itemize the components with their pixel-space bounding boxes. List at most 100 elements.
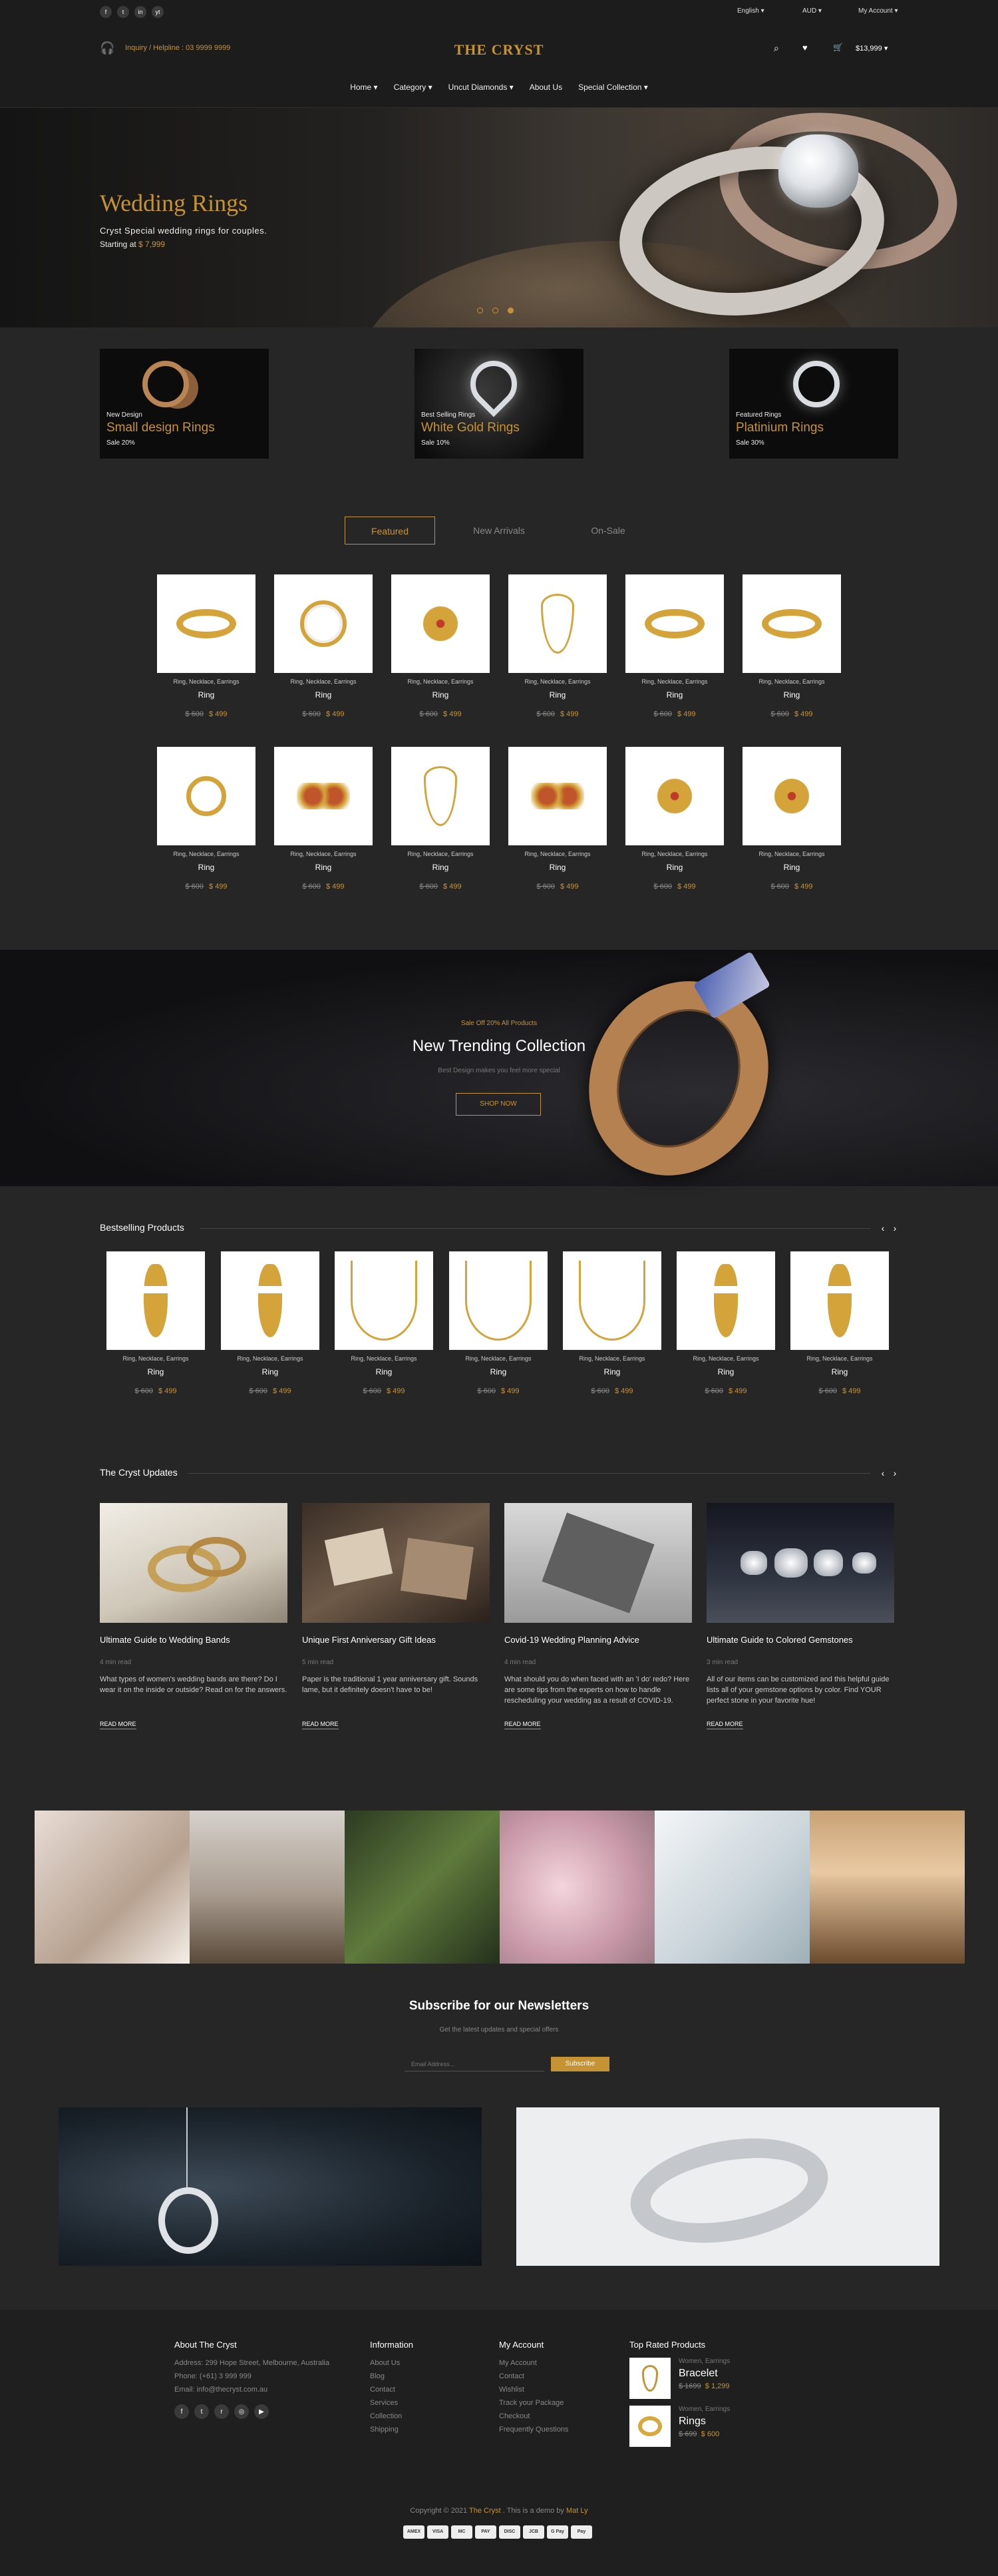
author-link[interactable]: Mat Ly xyxy=(566,2507,588,2515)
product-name[interactable]: Ring xyxy=(449,1367,548,1377)
slider-dot-active[interactable] xyxy=(508,308,514,314)
footer-link[interactable]: My Account xyxy=(499,2356,569,2370)
blog-post[interactable]: Covid-19 Wedding Planning Advice 4 min r… xyxy=(504,1503,692,1729)
next-arrow-icon[interactable]: › xyxy=(889,1467,901,1479)
product-name[interactable]: Ring xyxy=(274,690,373,700)
youtube-icon[interactable]: yt xyxy=(152,6,164,18)
hero-slider[interactable]: Wedding Rings Cryst Special wedding ring… xyxy=(0,108,998,327)
product-name[interactable]: Ring xyxy=(157,690,255,700)
product-name[interactable]: Ring xyxy=(677,1367,775,1377)
footer-link[interactable]: Shipping xyxy=(370,2423,413,2436)
prev-arrow-icon[interactable]: ‹ xyxy=(877,1467,889,1479)
product-card[interactable]: Ring, Necklace, Earrings Ring $ 600 $ 499 xyxy=(677,1251,775,1395)
product-image[interactable] xyxy=(625,574,724,673)
product-image[interactable] xyxy=(563,1251,661,1350)
product-name[interactable]: Ring xyxy=(790,1367,889,1377)
footer-link[interactable]: Contact xyxy=(499,2370,569,2383)
product-image[interactable] xyxy=(106,1251,205,1350)
product-image[interactable] xyxy=(391,747,490,845)
product-card[interactable]: Ring, Necklace, Earrings Ring $ 600 $ 499 xyxy=(625,747,724,891)
account-select[interactable]: My Account ▾ xyxy=(858,7,898,15)
post-title[interactable]: Ultimate Guide to Colored Gemstones xyxy=(707,1635,894,1657)
promo-small-design[interactable]: New Design Small design Rings Sale 20% xyxy=(100,349,269,459)
read-more-link[interactable]: READ MORE xyxy=(707,1721,743,1729)
top-rated-item[interactable]: Women, Earrings Rings $ 699 $ 600 xyxy=(629,2406,829,2447)
read-more-link[interactable]: READ MORE xyxy=(100,1721,136,1729)
product-card[interactable]: Ring, Necklace, Earrings Ring $ 600 $ 499 xyxy=(743,574,841,718)
product-name[interactable]: Ring xyxy=(335,1367,433,1377)
next-arrow-icon[interactable]: › xyxy=(889,1222,901,1234)
footer-link[interactable]: Checkout xyxy=(499,2410,569,2423)
shop-now-button[interactable]: SHOP NOW xyxy=(456,1093,541,1116)
product-image[interactable] xyxy=(391,574,490,673)
footer-link[interactable]: Track your Package xyxy=(499,2396,569,2410)
promo-platinium[interactable]: Featured Rings Platinium Rings Sale 30% xyxy=(729,349,898,459)
product-name[interactable]: Rings xyxy=(679,2416,730,2428)
product-image[interactable] xyxy=(157,747,255,845)
email[interactable]: Email: info@thecryst.com.au xyxy=(174,2383,329,2396)
facebook-icon[interactable]: f xyxy=(100,6,112,18)
post-title[interactable]: Unique First Anniversary Gift Ideas xyxy=(302,1635,490,1657)
feature-image-ring[interactable] xyxy=(516,2107,939,2266)
product-image[interactable] xyxy=(790,1251,889,1350)
cart-total[interactable]: $13,999 ▾ xyxy=(856,44,888,53)
brand-link[interactable]: The Cryst xyxy=(469,2507,501,2515)
slider-dot[interactable] xyxy=(492,308,498,314)
product-image[interactable] xyxy=(335,1251,433,1350)
product-name[interactable]: Ring xyxy=(743,690,841,700)
product-name[interactable]: Ring xyxy=(625,690,724,700)
product-card[interactable]: Ring, Necklace, Earrings Ring $ 600 $ 499 xyxy=(274,574,373,718)
gallery-image-shoes[interactable] xyxy=(190,1811,345,1964)
product-image[interactable] xyxy=(508,747,607,845)
product-card[interactable]: Ring, Necklace, Earrings Ring $ 600 $ 499 xyxy=(449,1251,548,1395)
gallery-image-bouquets[interactable] xyxy=(810,1811,965,1964)
product-card[interactable]: Ring, Necklace, Earrings Ring $ 600 $ 499 xyxy=(274,747,373,891)
footer-link[interactable]: Frequently Questions xyxy=(499,2423,569,2436)
product-name[interactable]: Ring xyxy=(221,1367,319,1377)
feature-image-necklace[interactable] xyxy=(59,2107,482,2266)
tab-on-sale[interactable]: On-Sale xyxy=(563,517,653,544)
slider-dot[interactable] xyxy=(477,308,483,314)
subscribe-button[interactable]: Subscribe xyxy=(551,2057,609,2071)
read-more-link[interactable]: READ MORE xyxy=(302,1721,339,1729)
product-card[interactable]: Ring, Necklace, Earrings Ring $ 600 $ 499 xyxy=(157,574,255,718)
gallery-image-rings-flowers[interactable] xyxy=(500,1811,655,1964)
product-image[interactable] xyxy=(157,574,255,673)
product-card[interactable]: Ring, Necklace, Earrings Ring $ 600 $ 499 xyxy=(106,1251,205,1395)
youtube-icon[interactable]: ▶ xyxy=(254,2404,269,2419)
product-image[interactable] xyxy=(677,1251,775,1350)
product-name[interactable]: Ring xyxy=(625,863,724,872)
product-card[interactable]: Ring, Necklace, Earrings Ring $ 600 $ 499 xyxy=(335,1251,433,1395)
footer-link[interactable]: Blog xyxy=(370,2370,413,2383)
product-card[interactable]: Ring, Necklace, Earrings Ring $ 600 $ 499 xyxy=(563,1251,661,1395)
footer-link[interactable]: Contact xyxy=(370,2383,413,2396)
promo-white-gold[interactable]: Best Selling Rings White Gold Rings Sale… xyxy=(415,349,583,459)
nav-special-collection[interactable]: Special Collection ▾ xyxy=(578,83,648,92)
gallery-image-couple[interactable] xyxy=(345,1811,500,1964)
language-select[interactable]: English ▾ xyxy=(737,7,764,15)
footer-link[interactable]: Wishlist xyxy=(499,2383,569,2396)
product-name[interactable]: Ring xyxy=(157,863,255,872)
linkedin-icon[interactable]: in xyxy=(134,6,146,18)
nav-uncut-diamonds[interactable]: Uncut Diamonds ▾ xyxy=(448,83,514,92)
product-name[interactable]: Ring xyxy=(508,690,607,700)
nav-about-us[interactable]: About Us xyxy=(530,83,562,92)
tab-featured[interactable]: Featured xyxy=(345,517,435,544)
footer-link[interactable]: Collection xyxy=(370,2410,413,2423)
twitter-icon[interactable]: t xyxy=(117,6,129,18)
product-card[interactable]: Ring, Necklace, Earrings Ring $ 600 $ 499 xyxy=(391,574,490,718)
email-input[interactable] xyxy=(405,2057,544,2071)
product-image[interactable] xyxy=(743,747,841,845)
product-image[interactable] xyxy=(274,747,373,845)
instagram-icon[interactable]: ◎ xyxy=(234,2404,249,2419)
top-rated-item[interactable]: Women, Earrings Bracelet $ 1699 $ 1,299 xyxy=(629,2358,829,2399)
post-title[interactable]: Covid-19 Wedding Planning Advice xyxy=(504,1635,692,1657)
product-image[interactable] xyxy=(625,747,724,845)
product-name[interactable]: Bracelet xyxy=(679,2368,730,2380)
cart-icon[interactable]: 🛒 xyxy=(833,43,843,52)
facebook-icon[interactable]: f xyxy=(174,2404,189,2419)
gallery-image-hands[interactable] xyxy=(35,1811,190,1964)
product-card[interactable]: Ring, Necklace, Earrings Ring $ 600 $ 499 xyxy=(508,747,607,891)
product-card[interactable]: Ring, Necklace, Earrings Ring $ 600 $ 499 xyxy=(221,1251,319,1395)
product-name[interactable]: Ring xyxy=(391,863,490,872)
